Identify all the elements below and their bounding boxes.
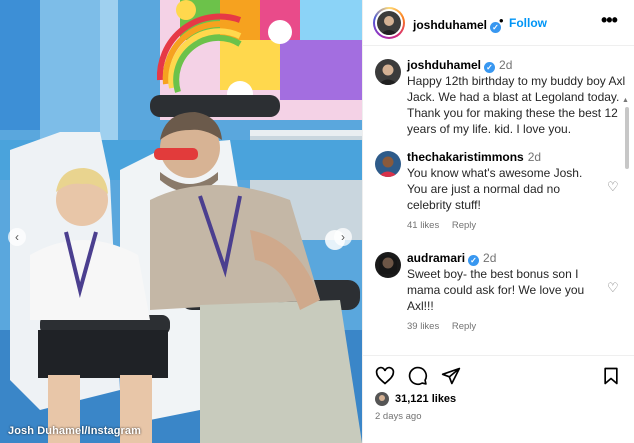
verified-badge-icon: ✓ [484,62,496,73]
bookmark-icon[interactable] [601,366,621,386]
heart-icon[interactable]: ♡ [607,179,619,195]
comment-time[interactable]: 2d [528,150,541,164]
comment-likes[interactable]: 41 likes [407,220,439,231]
comment-likes[interactable]: 39 likes [407,321,439,332]
more-dots-icon[interactable]: ••• [601,10,618,31]
post-header: joshduhamel ✓ • Follow ••• [363,0,634,46]
instagram-post-window: ‹ › Josh Duhamel/Instagram joshduhamel ✓ … [0,0,634,443]
avatar[interactable] [375,59,401,85]
avatar [375,392,389,406]
follow-button[interactable]: Follow [509,16,547,30]
scroll-up-arrow-icon[interactable]: ▲ [622,97,629,104]
heart-icon[interactable]: ♡ [607,280,619,296]
avatar[interactable] [375,252,401,278]
comment-icon[interactable] [408,366,428,386]
comment-username[interactable]: audramari [407,251,465,265]
comment-body: thechakaristimmons 2d You know what's awe… [407,149,629,234]
verified-badge-icon: ✓ [468,255,480,266]
comment-body: audramari ✓ 2d Sweet boy- the best bonus s… [407,250,629,335]
comments-list: joshduhamel ✓ 2d Happy 12th birthday to my… [363,47,634,355]
share-icon[interactable] [441,366,461,386]
reply-button[interactable]: Reply [452,220,476,231]
comment-text: Sweet boy- the best bonus son I mama cou… [407,267,585,313]
caption-text: Happy 12th birthday to my buddy boy Axl … [407,74,626,136]
carousel-next-button[interactable]: › [334,228,352,246]
comment-meta: 39 likes Reply [407,319,629,335]
photo-credit: Josh Duhamel/Instagram [8,425,142,437]
post-side-panel: joshduhamel ✓ • Follow ••• joshduhamel ✓ 2d… [362,0,634,443]
post-timestamp[interactable]: 2 days ago [375,411,421,422]
header-separator: • [499,13,504,28]
header-username-row: joshduhamel ✓ [413,16,502,34]
heart-icon[interactable] [375,366,395,386]
reply-button[interactable]: Reply [452,321,476,332]
header-username[interactable]: joshduhamel [413,18,487,32]
story-ring[interactable] [373,7,405,39]
comment-time[interactable]: 2d [499,58,512,72]
avatar[interactable] [375,151,401,177]
comment-text: You know what's awesome Josh. You are ju… [407,166,583,212]
caption-body: joshduhamel ✓ 2d Happy 12th birthday to my… [407,57,629,137]
avatar [377,11,401,35]
comment-username[interactable]: joshduhamel [407,58,481,72]
comment-time[interactable]: 2d [483,251,496,265]
comment-username[interactable]: thechakaristimmons [407,150,524,164]
carousel-prev-button[interactable]: ‹ [8,228,26,246]
comment-meta: 41 likes Reply [407,218,629,234]
post-photo[interactable]: ‹ › Josh Duhamel/Instagram [0,0,362,443]
photo-illustration [0,0,362,443]
post-actions: 31,121 likes 2 days ago [363,355,634,443]
likes-count[interactable]: 31,121 likes [395,393,456,405]
scrollbar[interactable] [625,107,629,169]
